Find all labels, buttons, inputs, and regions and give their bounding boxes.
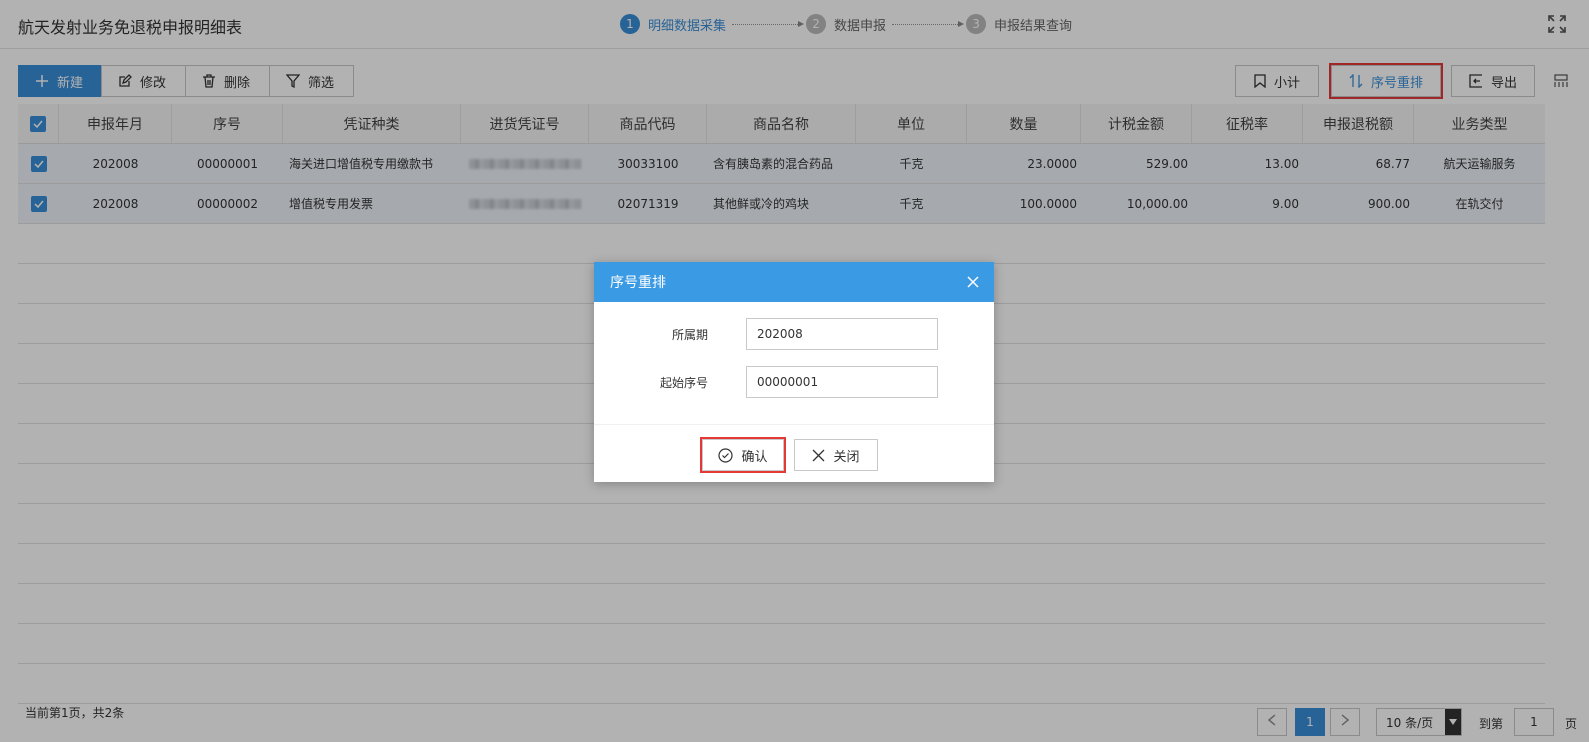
start-seq-input[interactable]: 00000001 <box>746 366 938 398</box>
dialog-title: 序号重排 <box>610 275 666 291</box>
dialog-footer: 确认 关闭 <box>594 424 994 482</box>
highlight-box <box>700 437 786 473</box>
close-button-label: 关闭 <box>833 449 860 465</box>
close-button[interactable]: 关闭 <box>794 439 878 471</box>
start-seq-label: 起始序号 <box>659 375 708 390</box>
period-input[interactable]: 202008 <box>746 318 938 350</box>
close-icon <box>812 449 825 462</box>
close-icon[interactable] <box>966 275 980 289</box>
period-label: 所属期 <box>671 327 708 342</box>
reorder-dialog: 序号重排 所属期 202008 起始序号 00000001 确认 关闭 <box>594 262 994 482</box>
start-seq-row: 起始序号 00000001 <box>594 366 994 398</box>
period-row: 所属期 202008 <box>594 318 994 350</box>
dialog-header: 序号重排 <box>594 262 994 302</box>
